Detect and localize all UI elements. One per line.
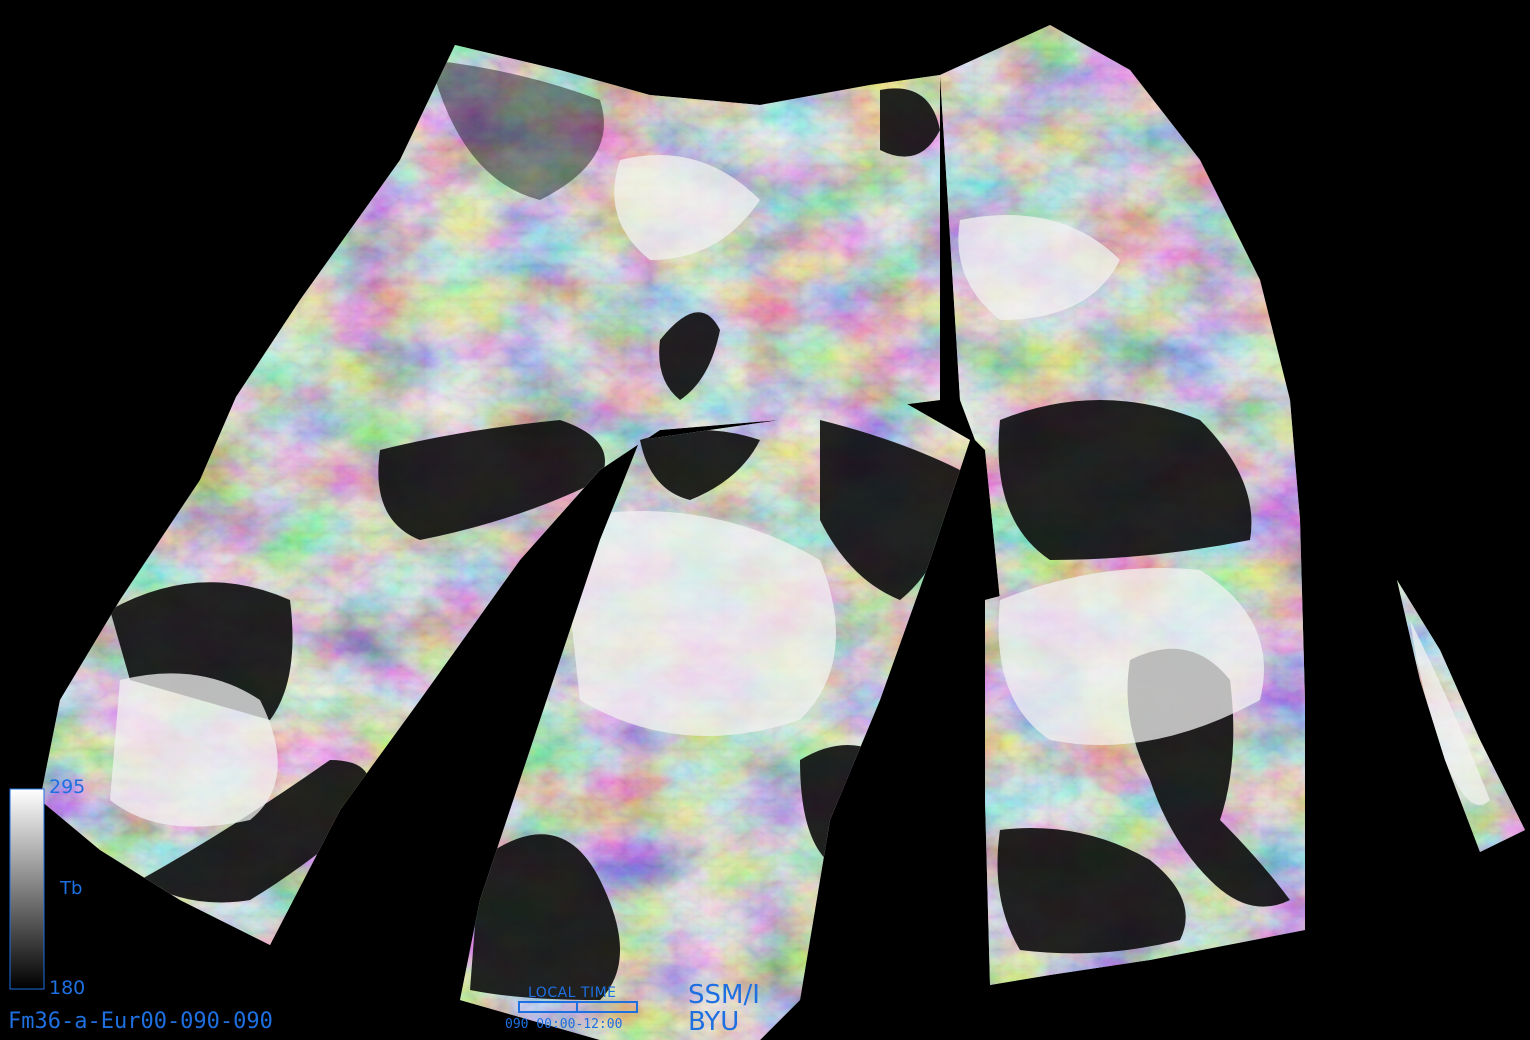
local-time-bar (518, 1001, 638, 1013)
colorbar-quantity-label: Tb (60, 878, 83, 899)
sensor-name: SSM/I (688, 980, 760, 1010)
brightness-temperature-map (9, 25, 1525, 1040)
colorbar-gradient (9, 788, 45, 990)
ssmi-swaths (40, 25, 1525, 1040)
colorbar-max-label: 295 (49, 776, 86, 798)
institution-name: BYU (688, 1007, 740, 1037)
local-time-range: 090 00:00-12:00 (505, 1017, 623, 1032)
local-time-bar-fill (520, 1003, 578, 1011)
product-id: Fm36-a-Eur00-090-090 (8, 1009, 273, 1034)
colorbar-min-label: 180 (49, 977, 86, 999)
local-time-label: LOCAL TIME (528, 985, 617, 1001)
colorbar (9, 788, 45, 990)
